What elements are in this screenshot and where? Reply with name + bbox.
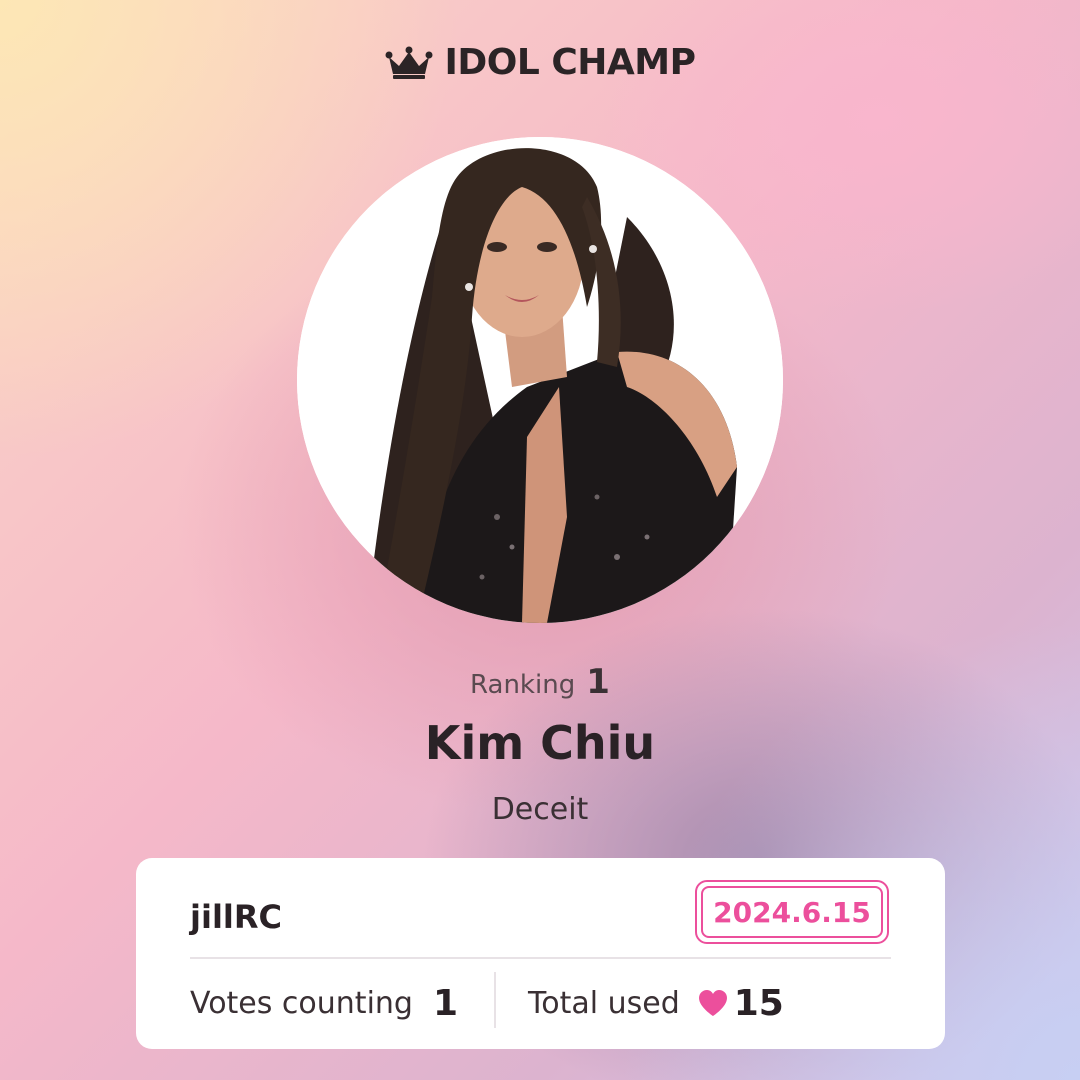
idol-name: Kim Chiu bbox=[424, 716, 656, 770]
date-badge: 2024.6.15 bbox=[695, 880, 889, 944]
username: jillRC bbox=[190, 898, 282, 936]
date-text: 2024.6.15 bbox=[713, 895, 871, 929]
heart-icon bbox=[698, 990, 727, 1016]
crown-icon bbox=[385, 46, 433, 80]
total-value: 15 bbox=[733, 982, 784, 1024]
brand-name: IDOL CHAMP bbox=[444, 42, 696, 83]
total-label: Total used bbox=[528, 985, 680, 1021]
divider bbox=[190, 957, 891, 959]
vote-card: jillRC 2024.6.15 Votes counting 1 Total … bbox=[136, 858, 945, 1049]
votes-value: 1 bbox=[432, 982, 459, 1024]
total-used: Total used 15 bbox=[528, 980, 784, 1026]
votes-label: Votes counting bbox=[190, 985, 413, 1021]
idol-subtitle: Deceit bbox=[491, 792, 589, 827]
brand-header: IDOL CHAMP bbox=[0, 42, 1080, 83]
ranking-line: Ranking 1 bbox=[0, 662, 1080, 702]
ranking-value: 1 bbox=[586, 662, 610, 702]
stat-separator bbox=[494, 972, 496, 1028]
ranking-label: Ranking bbox=[470, 670, 576, 700]
votes-counting: Votes counting 1 bbox=[190, 980, 458, 1026]
idol-photo bbox=[297, 137, 783, 623]
